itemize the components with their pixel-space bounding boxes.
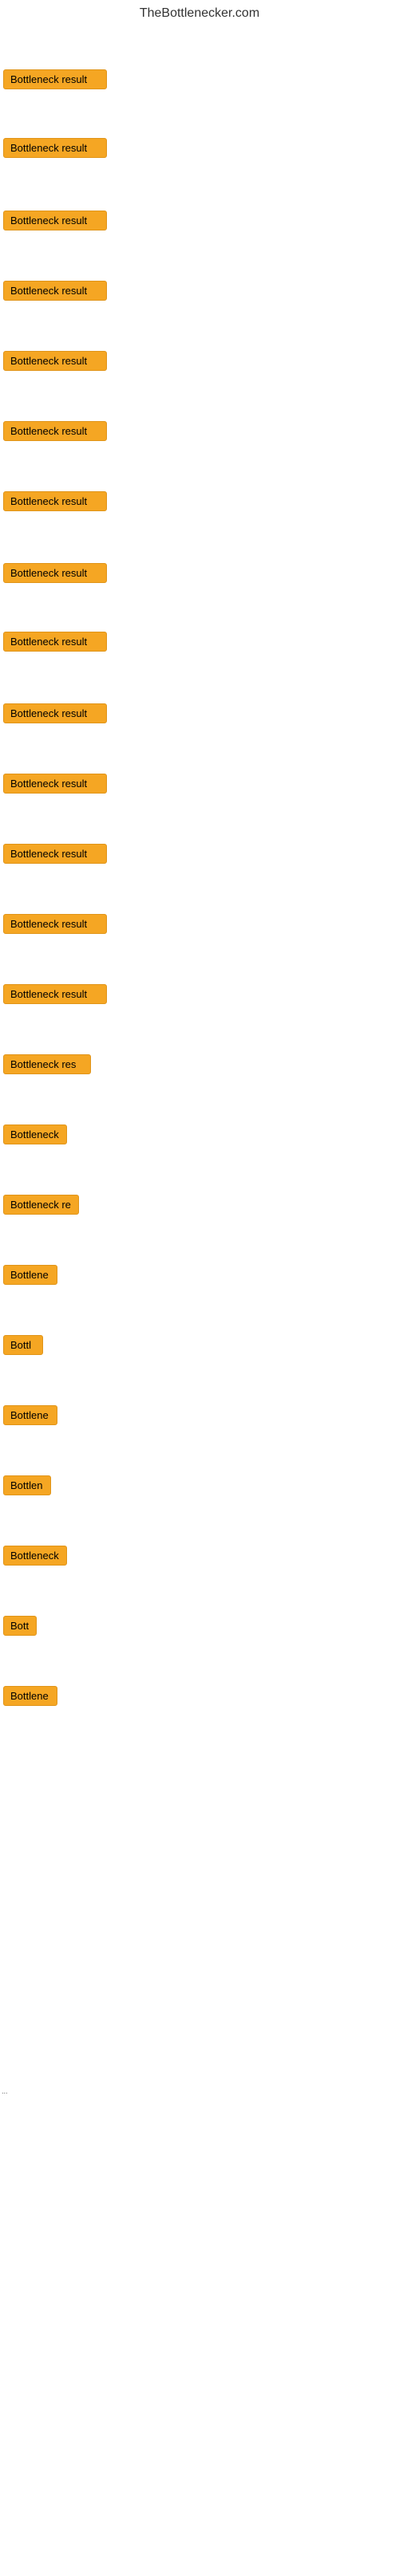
bottleneck-badge-20[interactable]: Bottlene xyxy=(3,1405,57,1425)
bottleneck-badge-16[interactable]: Bottleneck xyxy=(3,1125,67,1144)
footnote: ... xyxy=(2,2083,8,2097)
bottleneck-badge-24[interactable]: Bottlene xyxy=(3,1686,57,1706)
bottleneck-badge-18[interactable]: Bottlene xyxy=(3,1265,57,1285)
card-row-9: Bottleneck result xyxy=(0,632,399,656)
footnote-text: ... xyxy=(2,2087,8,2095)
bottleneck-badge-14[interactable]: Bottleneck result xyxy=(3,984,107,1004)
card-row-4: Bottleneck result xyxy=(0,281,399,305)
bottleneck-badge-23[interactable]: Bott xyxy=(3,1616,37,1636)
bottleneck-badge-7[interactable]: Bottleneck result xyxy=(3,491,107,511)
card-row-12: Bottleneck result xyxy=(0,844,399,868)
card-row-3: Bottleneck result xyxy=(0,211,399,234)
bottleneck-badge-6[interactable]: Bottleneck result xyxy=(3,421,107,441)
bottleneck-badge-9[interactable]: Bottleneck result xyxy=(3,632,107,652)
card-row-10: Bottleneck result xyxy=(0,703,399,727)
card-row-1: Bottleneck result xyxy=(0,69,399,93)
card-row-2: Bottleneck result xyxy=(0,138,399,162)
bottleneck-badge-21[interactable]: Bottlen xyxy=(3,1475,51,1495)
card-row-13: Bottleneck result xyxy=(0,914,399,938)
card-row-6: Bottleneck result xyxy=(0,421,399,445)
card-row-21: Bottlen xyxy=(0,1475,399,1499)
card-row-19: Bottl xyxy=(0,1335,399,1359)
card-row-14: Bottleneck result xyxy=(0,984,399,1008)
card-row-7: Bottleneck result xyxy=(0,491,399,515)
card-row-17: Bottleneck re xyxy=(0,1195,399,1219)
bottleneck-badge-2[interactable]: Bottleneck result xyxy=(3,138,107,158)
bottleneck-badge-15[interactable]: Bottleneck res xyxy=(3,1054,91,1074)
card-row-15: Bottleneck res xyxy=(0,1054,399,1078)
bottleneck-badge-22[interactable]: Bottleneck xyxy=(3,1546,67,1566)
card-row-18: Bottlene xyxy=(0,1265,399,1289)
bottleneck-badge-17[interactable]: Bottleneck re xyxy=(3,1195,79,1215)
bottleneck-badge-1[interactable]: Bottleneck result xyxy=(3,69,107,89)
card-row-24: Bottlene xyxy=(0,1686,399,1710)
bottleneck-badge-3[interactable]: Bottleneck result xyxy=(3,211,107,230)
bottleneck-badge-19[interactable]: Bottl xyxy=(3,1335,43,1355)
page-container: TheBottlenecker.com Bottleneck resultBot… xyxy=(0,0,399,2576)
card-row-23: Bott xyxy=(0,1616,399,1640)
bottleneck-badge-11[interactable]: Bottleneck result xyxy=(3,774,107,794)
bottleneck-badge-10[interactable]: Bottleneck result xyxy=(3,703,107,723)
site-title: TheBottlenecker.com xyxy=(0,0,399,24)
card-row-5: Bottleneck result xyxy=(0,351,399,375)
bottleneck-badge-5[interactable]: Bottleneck result xyxy=(3,351,107,371)
card-row-22: Bottleneck xyxy=(0,1546,399,1570)
card-row-8: Bottleneck result xyxy=(0,563,399,587)
bottleneck-badge-4[interactable]: Bottleneck result xyxy=(3,281,107,301)
card-row-16: Bottleneck xyxy=(0,1125,399,1148)
bottleneck-badge-13[interactable]: Bottleneck result xyxy=(3,914,107,934)
bottleneck-badge-8[interactable]: Bottleneck result xyxy=(3,563,107,583)
card-row-11: Bottleneck result xyxy=(0,774,399,798)
card-row-20: Bottlene xyxy=(0,1405,399,1429)
bottleneck-badge-12[interactable]: Bottleneck result xyxy=(3,844,107,864)
cards-container: Bottleneck result Bottleneck result Bottle… xyxy=(0,24,399,2576)
